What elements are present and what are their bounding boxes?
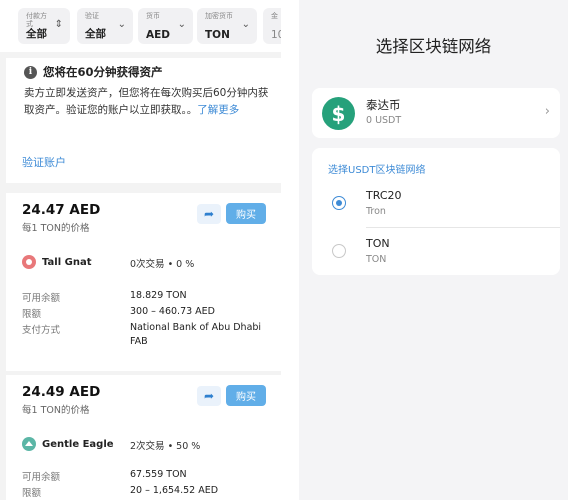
filter-currency[interactable]: 货币 AED ⌄ xyxy=(138,8,193,44)
learn-more-link[interactable]: 了解更多 xyxy=(197,104,239,116)
chevron-down-icon: ⌄ xyxy=(177,19,186,30)
coin-name: 泰达币 xyxy=(366,98,401,112)
buy-button[interactable]: 购买 xyxy=(226,203,266,224)
filter-bar: 付款方式 全部 ⇕ 验证 全部 ⌄ 货币 AED ⌄ 加密货币 TON ⌄ 金 … xyxy=(0,0,281,52)
network-option-ton[interactable]: TON TON xyxy=(312,229,560,275)
trade-stats: 2次交易 • 50 % xyxy=(130,441,201,452)
buy-button[interactable]: 购买 xyxy=(226,385,266,406)
limit-value: 300 – 460.73 AED xyxy=(130,306,215,317)
seller-name: Gentle Eagle xyxy=(42,438,114,450)
filter-label: 验证 xyxy=(85,12,99,20)
radio-selected-icon[interactable] xyxy=(332,196,346,210)
offer-card: 24.49 AED 每1 TON的价格 ➦ 购买 Gentle Eagle 2次… xyxy=(6,375,281,500)
share-icon[interactable]: ➦ xyxy=(197,386,221,406)
seller-name: Tall Gnat xyxy=(42,256,92,268)
filter-value: TON xyxy=(205,29,230,41)
verify-account-link[interactable]: 验证账户 xyxy=(22,154,66,170)
tether-dollar-icon: $ xyxy=(322,97,355,130)
limit-value: 20 – 1,654.52 AED xyxy=(130,485,219,496)
seller[interactable]: Tall Gnat xyxy=(22,255,91,269)
coin-balance: 0 USDT xyxy=(366,115,402,126)
verification-notice: i 您将在60分钟获得资产 卖方立即发送资产，但您将在每次购买后60分钟内获取资… xyxy=(6,58,281,183)
network-list-header: 选择USDT区块链网络 xyxy=(328,165,426,176)
available-label: 可用余额 xyxy=(22,472,61,483)
chevron-right-icon: › xyxy=(544,104,550,119)
filter-value: 全部 xyxy=(85,28,106,40)
filter-payment-method[interactable]: 付款方式 全部 ⇕ xyxy=(18,8,70,44)
notice-body: 卖方立即发送资产，但您将在每次购买后60分钟内获取资产。验证您的账户以立即获取。… xyxy=(24,87,269,116)
filter-amount[interactable]: 金 10 xyxy=(263,8,281,44)
payment-method-value: National Bank of Abu Dhabi FAB xyxy=(130,322,262,347)
available-value: 67.559 TON xyxy=(130,469,187,480)
offer-card: 24.47 AED 每1 TON的价格 ➦ 购买 Tall Gnat 0次交易 … xyxy=(6,193,281,371)
radio-unselected-icon[interactable] xyxy=(332,244,346,258)
network-select-panel: 选择区块链网络 $ 泰达币 0 USDT › 选择USDT区块链网络 TRC20… xyxy=(299,0,568,500)
chevron-down-icon: ⌄ xyxy=(117,19,126,30)
payment-method-label: 支付方式 xyxy=(22,325,61,336)
price-per-unit: 每1 TON的价格 xyxy=(22,223,90,234)
network-name: TON xyxy=(366,237,390,250)
network-chain: Tron xyxy=(366,206,386,217)
info-icon: i xyxy=(24,65,37,79)
p2p-offers-panel: 付款方式 全部 ⇕ 验证 全部 ⌄ 货币 AED ⌄ 加密货币 TON ⌄ 金 … xyxy=(0,0,281,500)
seller-avatar-icon xyxy=(22,255,36,269)
network-option-trc20[interactable]: TRC20 Tron xyxy=(312,181,560,227)
available-value: 18.829 TON xyxy=(130,290,187,301)
notice-title: i 您将在60分钟获得资产 xyxy=(24,64,163,80)
filter-value: 10 xyxy=(271,29,281,41)
chevron-down-icon: ⌄ xyxy=(241,19,250,30)
limit-label: 限额 xyxy=(22,488,42,499)
panel-divider xyxy=(281,0,299,500)
network-list: 选择USDT区块链网络 TRC20 Tron TON TON xyxy=(312,148,560,275)
price-per-unit: 每1 TON的价格 xyxy=(22,405,90,416)
page-title: 选择区块链网络 xyxy=(375,37,492,56)
filter-label: 货币 xyxy=(146,12,160,20)
offer-price: 24.49 AED xyxy=(22,384,101,400)
divider xyxy=(366,227,560,228)
seller-avatar-icon xyxy=(22,437,36,451)
filter-value: AED xyxy=(146,29,171,41)
network-name: TRC20 xyxy=(366,189,402,202)
offer-price: 24.47 AED xyxy=(22,202,101,218)
coin-selector[interactable]: $ 泰达币 0 USDT › xyxy=(312,88,560,138)
network-chain: TON xyxy=(366,254,387,265)
filter-value: 全部 xyxy=(26,28,47,40)
trade-stats: 0次交易 • 0 % xyxy=(130,259,195,270)
filter-label: 加密货币 xyxy=(205,12,233,20)
filter-label: 金 xyxy=(271,12,278,20)
available-label: 可用余额 xyxy=(22,293,61,304)
filter-crypto[interactable]: 加密货币 TON ⌄ xyxy=(197,8,257,44)
sort-arrows-icon: ⇕ xyxy=(54,19,63,30)
filter-verification[interactable]: 验证 全部 ⌄ xyxy=(77,8,133,44)
share-icon[interactable]: ➦ xyxy=(197,204,221,224)
seller[interactable]: Gentle Eagle xyxy=(22,437,114,451)
limit-label: 限额 xyxy=(22,309,42,320)
